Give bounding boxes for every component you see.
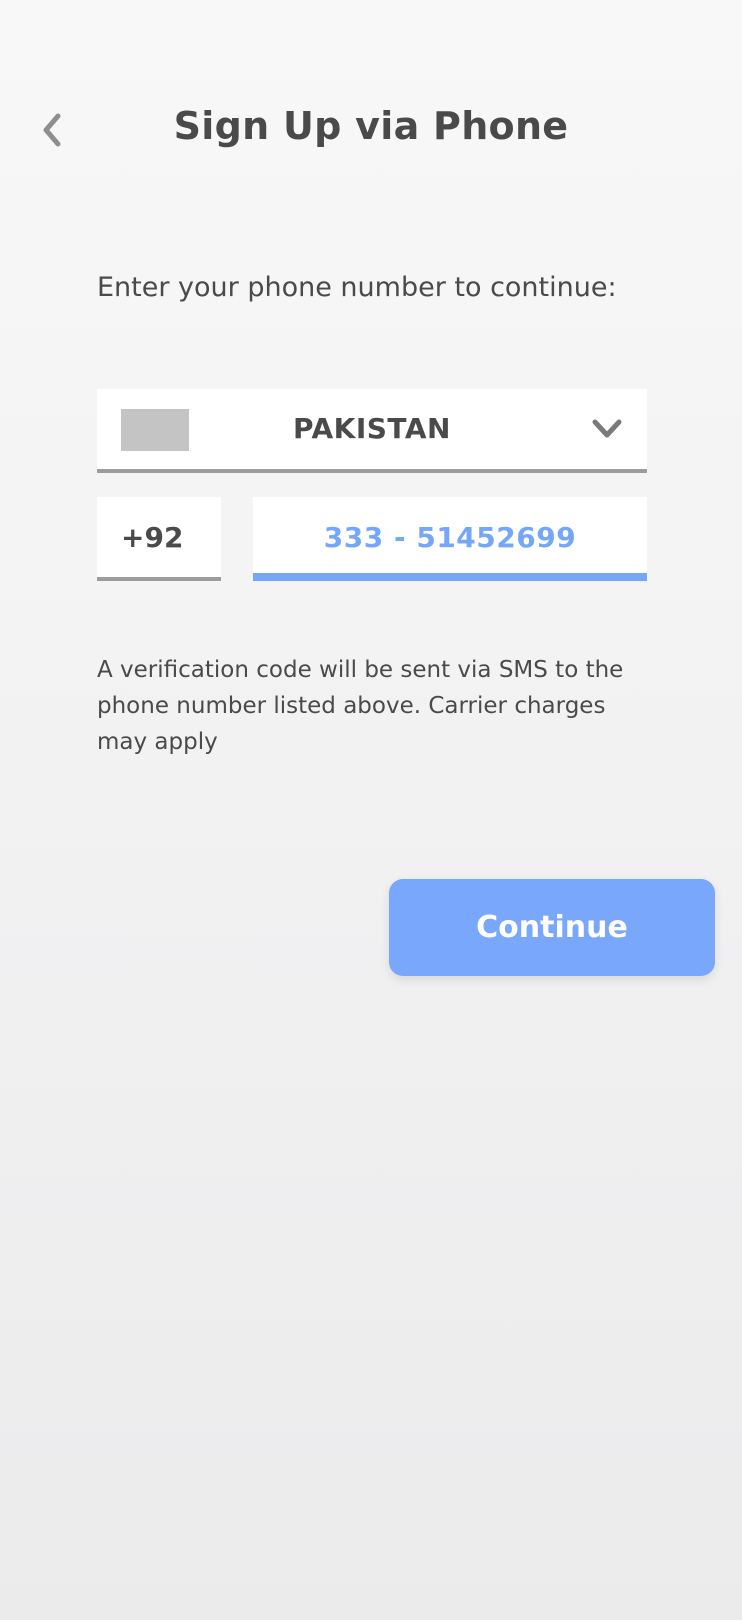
page-title: Sign Up via Phone <box>173 104 569 148</box>
dial-code-field[interactable]: +92 <box>97 497 221 581</box>
chevron-down-icon <box>592 419 622 438</box>
phone-number-value: 333 - 51452699 <box>323 521 577 554</box>
sms-notice: A verification code will be sent via SMS… <box>97 657 624 755</box>
header: Sign Up via Phone <box>0 100 742 164</box>
dial-code-value: +92 <box>121 521 184 554</box>
continue-button[interactable]: Continue <box>389 879 715 976</box>
country-name: PAKISTAN <box>293 412 451 445</box>
phone-prompt: Enter your phone number to continue: <box>97 272 617 303</box>
phone-number-input[interactable]: 333 - 51452699 <box>253 497 647 581</box>
continue-button-label: Continue <box>476 910 628 945</box>
country-select[interactable]: PAKISTAN <box>97 389 647 473</box>
